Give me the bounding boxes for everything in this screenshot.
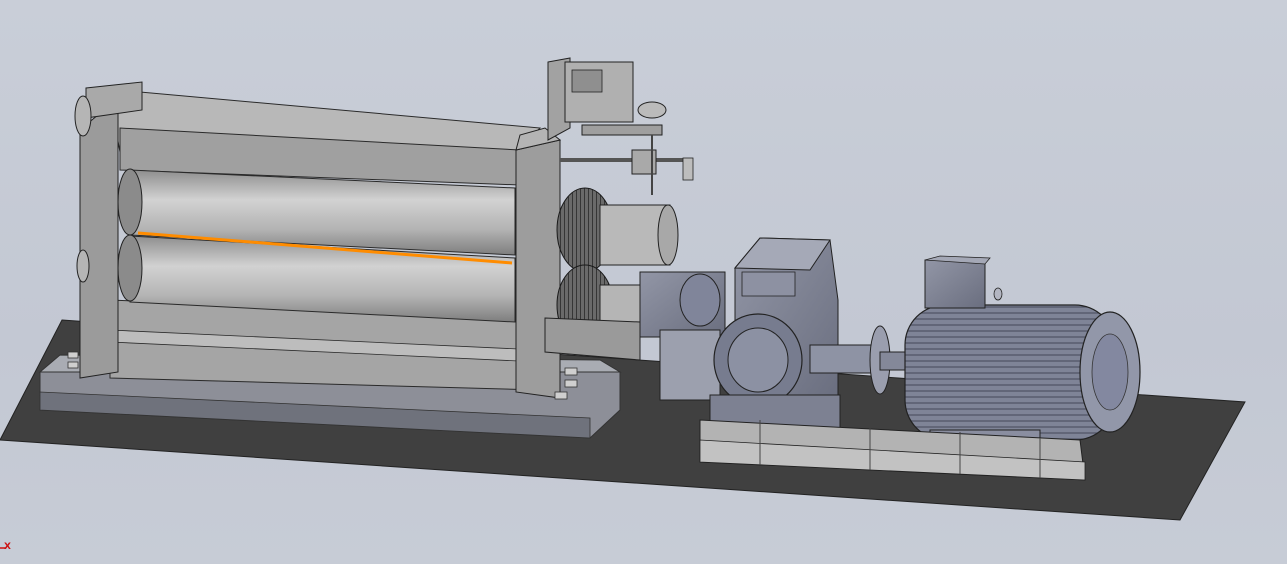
cad-model[interactable]	[0, 0, 1287, 564]
electric-motor[interactable]	[904, 255, 1141, 451]
graphics-viewport[interactable]	[0, 0, 1287, 564]
top-bracket-assembly[interactable]	[547, 57, 694, 195]
gearbox[interactable]	[709, 237, 841, 431]
triad-axis-label: X	[4, 542, 11, 552]
